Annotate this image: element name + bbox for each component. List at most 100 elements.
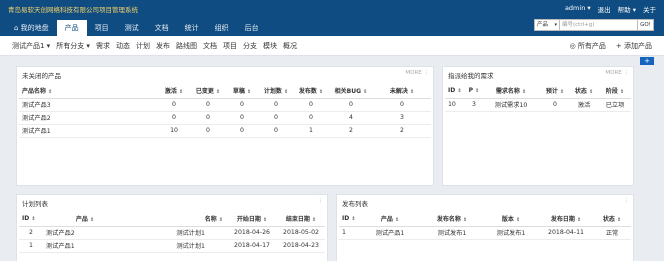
tab-admin[interactable]: 后台 [237,20,267,36]
search-scope-select[interactable]: 产品 [534,19,560,31]
add-block-button[interactable]: + [640,57,654,65]
col-header-stage[interactable]: 阶段 ⇕ [599,83,631,99]
subnav-dynamic[interactable]: 动态 [116,41,130,51]
subnav-plan[interactable]: 计划 [136,41,150,51]
sort-icon: ⇕ [462,216,468,223]
col-header-id[interactable]: ID ⇕ [19,211,43,227]
sort-icon: ⇕ [283,88,289,95]
col-header-status[interactable]: 状态 ⇕ [593,211,631,227]
subnav-branch[interactable]: 分支 [243,41,257,51]
col-header-status[interactable]: 状态 ⇕ [569,83,599,99]
col-header-id[interactable]: ID ⇕ [339,211,359,227]
table-cell: 0 [259,124,293,138]
subnav-project[interactable]: 项目 [223,41,237,51]
col-header-end-date[interactable]: 结束日期 ⇕ [277,211,325,227]
tab-report[interactable]: 统计 [177,20,207,36]
table-row: 10 3 测试需求10 0 激活 已立项 [445,98,631,112]
user-account-menu[interactable]: admin ▾ [565,4,591,14]
plan-name-link[interactable]: 测试计划1 [127,239,227,253]
panel-more-button[interactable]: ⋮ [624,198,630,204]
table-cell: 0 [259,111,293,125]
tab-project[interactable]: 项目 [87,20,117,36]
plan-name-link[interactable]: 测试计划1 [127,226,227,240]
build-link[interactable]: 测试发布1 [483,226,539,240]
table-cell: 0 [191,98,225,112]
sort-icon: ⇕ [457,87,462,94]
story-name-link[interactable]: 测试需求10 [481,98,541,112]
col-header-id[interactable]: ID ⇕ [445,83,467,99]
tab-my-dashboard[interactable]: ⌂ 我的地盘 [6,20,57,36]
col-header-story-name[interactable]: 需求名称 ⇕ [481,83,541,99]
col-header-product[interactable]: 产品 ⇕ [43,211,127,227]
help-menu[interactable]: 帮助 ▾ [618,4,636,14]
sort-icon: ⇕ [351,215,356,222]
panel-more-button[interactable]: MORE ⋮ [405,70,429,76]
col-header-active[interactable]: 激活 ⇕ [157,83,191,99]
product-name-link[interactable]: 测试产品3 [19,98,157,112]
table-cell: 0 [191,124,225,138]
panel-title: 指派给我的需求 [448,72,494,80]
tab-doc[interactable]: 文档 [147,20,177,36]
col-header-release-name[interactable]: 发布名称 ⇕ [421,211,483,227]
table-cell: 10 [445,98,467,112]
col-header-unresolved[interactable]: 未解决 ⇕ [373,83,431,99]
sort-icon: ⇕ [576,216,582,223]
subnav-story[interactable]: 需求 [96,41,110,51]
sort-icon: ⇕ [363,88,368,95]
col-header-bugs[interactable]: 相关BUG ⇕ [329,83,373,99]
col-header-priority[interactable]: P ⇕ [467,83,481,99]
panel-more-button[interactable]: ⋮ [318,198,324,204]
table-row: 测试产品2 0 0 0 0 0 4 3 [19,111,431,125]
table-cell: 4 [329,111,373,125]
search-input[interactable]: 编号(ctrl+g) [560,19,638,31]
about-link[interactable]: 关于 [643,4,656,14]
product-name-link[interactable]: 测试产品2 [19,111,157,125]
assigned-stories-table: ID ⇕ P ⇕ 需求名称 ⇕ 预计 ⇕ 状态 ⇕ 阶段 ⇕ 10 3 测试需求… [445,83,631,112]
all-products-link[interactable]: ◎ 所有产品 [570,41,606,51]
col-header-product[interactable]: 产品 ⇕ [359,211,421,227]
search-go-button[interactable]: GO! [638,19,654,31]
table-cell: 测试产品1 [359,226,421,240]
table-cell: 0 [191,111,225,125]
subnav-doc[interactable]: 文档 [203,41,217,51]
sort-icon: ⇕ [619,88,625,95]
col-header-name[interactable]: 产品名称 ⇕ [19,83,157,99]
table-cell: 0 [157,111,191,125]
col-header-build[interactable]: 版本 ⇕ [483,211,539,227]
logout-link[interactable]: 退出 [598,4,611,14]
col-header-begin-date[interactable]: 开始日期 ⇕ [227,211,277,227]
col-header-plans[interactable]: 计划数 ⇕ [259,83,293,99]
col-header-estimate[interactable]: 预计 ⇕ [541,83,569,99]
product-switcher[interactable]: 测试产品1 ▾ [12,41,50,51]
product-name-link[interactable]: 测试产品1 [19,124,157,138]
sort-icon: ⇕ [48,88,53,95]
col-header-draft[interactable]: 草稿 ⇕ [225,83,259,99]
col-header-releases[interactable]: 发布数 ⇕ [293,83,329,99]
subnav-roadmap[interactable]: 路线图 [176,41,197,51]
subnav-release[interactable]: 发布 [156,41,170,51]
tab-company[interactable]: 组织 [207,20,237,36]
status-text: 正常 [593,226,631,240]
col-header-release-date[interactable]: 发布日期 ⇕ [539,211,593,227]
col-header-name[interactable]: 名称 ⇕ [127,211,227,227]
subnav-module[interactable]: 模块 [263,41,277,51]
table-row: 2 测试产品2 测试计划1 2018-04-26 2018-05-02 [19,226,325,240]
table-row: 测试产品1 10 0 0 0 1 2 2 [19,124,431,138]
release-name-link[interactable]: 测试发布1 [421,226,483,240]
col-header-changed[interactable]: 已变更 ⇕ [191,83,225,99]
company-name: 青岛易软天创网络科技有限公司项目管理系统 [8,6,138,14]
subnav-overview[interactable]: 概况 [283,41,297,51]
sort-icon: ⇕ [215,88,221,95]
product-subnav: 测试产品1 ▾ 所有分支 ▾ 需求 动态 计划 发布 路线图 文档 项目 分支 … [0,36,664,56]
tab-product[interactable]: 产品 [56,20,87,36]
table-cell: 2018-04-11 [539,226,593,240]
tab-test[interactable]: 测试 [117,20,147,36]
sort-icon: ⇕ [246,88,252,95]
add-product-button[interactable]: + 添加产品 [616,41,652,51]
sort-icon: ⇕ [588,88,594,95]
user-menu: admin ▾ 退出 帮助 ▾ 关于 [565,4,656,14]
panel-more-button[interactable]: MORE ⋮ [605,70,629,76]
top-header: 青岛易软天创网络科技有限公司项目管理系统 admin ▾ 退出 帮助 ▾ 关于 … [0,0,664,36]
table-cell: 0 [225,111,259,125]
branch-switcher[interactable]: 所有分支 ▾ [56,41,90,51]
